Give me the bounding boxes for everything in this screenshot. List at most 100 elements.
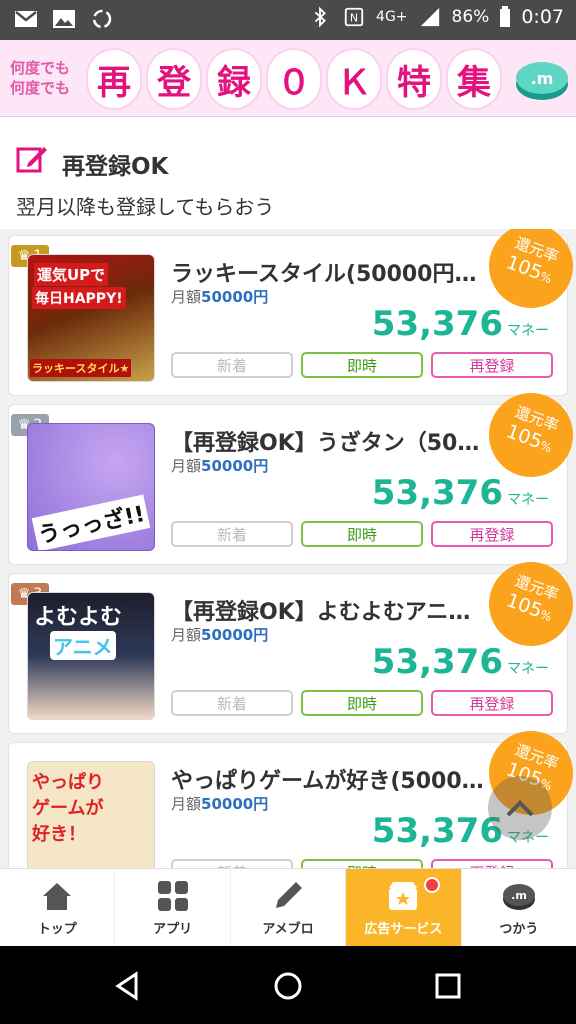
monthly-price: 月額50000円: [171, 624, 268, 645]
home-icon: [43, 883, 72, 910]
rate-percent: %: [538, 607, 554, 625]
svg-text:.m: .m: [531, 69, 554, 88]
status-bar: N 4G+ 86% 0:07: [0, 0, 576, 40]
tab-label: 広告サービス: [364, 922, 443, 937]
banner-title: 再 登 録 ０ Ｋ 特 集: [88, 50, 500, 108]
offer-card[interactable]: やっぱり ゲームが 好き！ やっぱりゲームが好き(50000円コース) 月額50…: [8, 719, 576, 868]
tag-row: 新着 即時 再登録: [171, 352, 553, 378]
coin-icon: .m: [502, 884, 535, 910]
offer-title[interactable]: やっぱりゲームが好き(50000円コース): [171, 763, 491, 795]
scroll-to-top-button[interactable]: [488, 776, 552, 840]
svg-text:N: N: [350, 12, 358, 25]
monthly-label: 月額: [171, 457, 202, 475]
thumb-text: ラッキースタイル★: [30, 359, 132, 377]
system-nav-bar: [0, 946, 576, 1024]
tab-top[interactable]: トップ: [0, 869, 116, 946]
tag-instant: 即時: [301, 521, 423, 547]
edit-icon: [16, 147, 47, 173]
recents-icon[interactable]: [432, 970, 464, 1002]
monthly-label: 月額: [171, 795, 202, 813]
banner-char: 登: [148, 50, 200, 108]
nfc-icon: N: [344, 7, 364, 27]
points-unit: マネー: [507, 661, 549, 677]
tag-new: 新着: [171, 521, 293, 547]
tab-label: つかう: [499, 922, 539, 937]
svg-text:.m: .m: [511, 889, 527, 902]
feature-banner[interactable]: 何度でも 何度でも 再 登 録 ０ Ｋ 特 集 .m: [0, 40, 576, 117]
tab-ameblo[interactable]: アメブロ: [231, 869, 347, 946]
banner-char: 特: [388, 50, 440, 108]
banner-char: 録: [208, 50, 260, 108]
tag-row: 新着 即時 再登録: [171, 521, 553, 547]
thumb-text: アニメ: [50, 631, 116, 660]
section-title: 再登録OK: [62, 154, 169, 180]
tag-reregister: 再登録: [431, 521, 553, 547]
app-thumbnail: よむよむ アニメ: [27, 592, 155, 720]
reward-points: 53,376 マネー: [372, 304, 549, 344]
tag-instant: 即時: [301, 352, 423, 378]
monthly-value: 50000円: [201, 626, 269, 644]
tab-label: アメブロ: [262, 922, 314, 937]
monthly-label: 月額: [171, 288, 202, 306]
gmail-icon: [15, 11, 37, 27]
reward-points: 53,376 マネー: [372, 642, 549, 682]
tag-row: 新着 即時 再登録: [171, 859, 553, 868]
tag-new: 新着: [171, 690, 293, 716]
banner-char: 集: [448, 50, 500, 108]
section-header: 再登録OK 翌月以降も登録してもらおう: [0, 117, 576, 229]
tag-new: 新着: [171, 352, 293, 378]
tag-instant: 即時: [301, 690, 423, 716]
chevron-up-icon: [506, 800, 534, 817]
points-value: 53,376: [371, 473, 503, 513]
home-nav-icon[interactable]: [272, 970, 304, 1002]
banner-char: 再: [88, 50, 140, 108]
points-unit: マネー: [507, 492, 549, 508]
apps-icon: [157, 881, 188, 911]
app-thumbnail: うっっざ!!: [27, 423, 155, 551]
tag-reregister: 再登録: [431, 859, 553, 868]
offer-card[interactable]: ♛3 よむよむ アニメ 【再登録OK】よむよむアニメ（50000円コース） 月額…: [8, 550, 576, 734]
clock: 0:07: [521, 6, 564, 28]
tag-instant: 即時: [301, 859, 423, 868]
rate-percent: %: [538, 438, 554, 456]
offer-card[interactable]: ♛2 うっっざ!! 【再登録OK】うざタン（50000円コース） 月額50000…: [8, 381, 576, 565]
points-value: 53,376: [371, 642, 503, 682]
coin-icon: .m: [516, 62, 568, 100]
gallery-icon: [53, 10, 75, 28]
points-value: 53,376: [371, 811, 503, 851]
sync-icon: [92, 9, 112, 29]
offer-title[interactable]: 【再登録OK】うざタン（50000円コース）: [171, 425, 491, 457]
offer-list[interactable]: ♛1 運気UPで 毎日HAPPY! ラッキースタイル★ ラッキースタイル(500…: [0, 229, 576, 868]
monthly-price: 月額50000円: [171, 455, 268, 476]
pencil-icon: [276, 882, 303, 908]
banner-char: ０: [268, 50, 320, 108]
banner-char: Ｋ: [328, 50, 380, 108]
monthly-value: 50000円: [201, 288, 269, 306]
points-value: 53,376: [371, 304, 503, 344]
rate-percent: %: [538, 269, 554, 287]
monthly-value: 50000円: [201, 457, 269, 475]
bottom-tab-bar: トップ アプリ アメブロ 広告サービス .m つかう: [0, 868, 576, 946]
tag-new: 新着: [171, 859, 293, 868]
tag-reregister: 再登録: [431, 690, 553, 716]
monthly-value: 50000円: [201, 795, 269, 813]
tag-reregister: 再登録: [431, 352, 553, 378]
battery-text: 86%: [451, 7, 490, 27]
offer-title[interactable]: 【再登録OK】よむよむアニメ（50000円コース）: [171, 594, 491, 626]
points-unit: マネー: [507, 323, 549, 339]
monthly-price: 月額50000円: [171, 793, 268, 814]
thumb-text: やっぱり: [32, 772, 104, 793]
bluetooth-icon: [314, 6, 326, 28]
ad-service-icon: [389, 882, 418, 910]
thumb-text: うっっざ!!: [31, 494, 151, 550]
tab-ad-service[interactable]: 広告サービス: [346, 869, 462, 946]
monthly-price: 月額50000円: [171, 286, 268, 307]
banner-subtitle: 何度でも 何度でも: [10, 58, 88, 98]
offer-card[interactable]: ♛1 運気UPで 毎日HAPPY! ラッキースタイル★ ラッキースタイル(500…: [8, 229, 576, 396]
thumb-text: 毎日HAPPY!: [32, 287, 126, 309]
back-icon[interactable]: [112, 970, 144, 1002]
tab-label: トップ: [37, 922, 77, 937]
offer-title[interactable]: ラッキースタイル(50000円コース): [171, 256, 491, 288]
tab-apps[interactable]: アプリ: [115, 869, 231, 946]
tab-use[interactable]: .m つかう: [462, 869, 576, 946]
